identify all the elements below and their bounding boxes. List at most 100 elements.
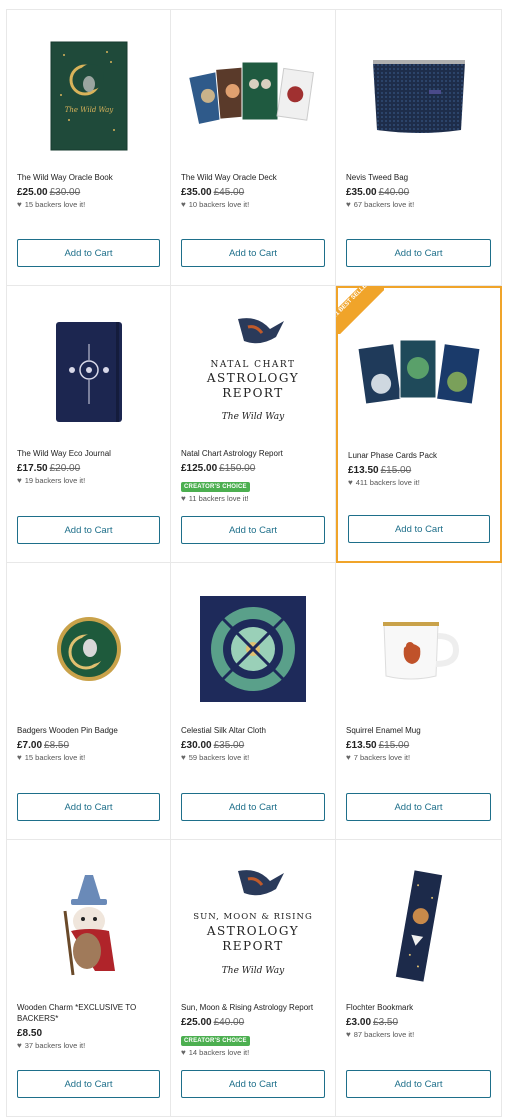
product-card: Nevis Tweed Bag £35.00 £40.00 ♥ 67 backers… — [336, 9, 502, 286]
product-old-price: £40.00 — [213, 1017, 245, 1028]
product-old-price: £20.00 — [49, 463, 81, 474]
add-to-cart-button[interactable]: Add to Cart — [17, 516, 160, 544]
product-old-price: £8.50 — [44, 740, 70, 751]
product-name[interactable]: The Wild Way Eco Journal — [17, 448, 164, 459]
product-image[interactable]: The Wild Way — [7, 22, 170, 170]
backers-count: 10 backers love it! — [188, 200, 250, 209]
product-name[interactable]: Celestial Silk Altar Cloth — [181, 725, 329, 736]
product-grid: The Wild Way The Wild Way Oracle Book £2… — [6, 9, 502, 1117]
product-name[interactable]: Squirrel Enamel Mug — [346, 725, 495, 736]
product-old-price: £3.50 — [373, 1017, 399, 1028]
backers-count: 59 backers love it! — [188, 753, 250, 762]
report-icon: SUN, MOON & RISING ASTROLOGY REPORT The … — [193, 870, 313, 976]
backers-count: 15 backers love it! — [24, 200, 86, 209]
svg-text:The Wild Way: The Wild Way — [222, 412, 285, 422]
heart-icon: ♥ — [181, 1048, 186, 1057]
product-name[interactable]: Nevis Tweed Bag — [346, 172, 495, 183]
cards-icon — [188, 61, 315, 126]
product-price: £35.00 — [181, 187, 212, 198]
backers-count: 11 backers love it! — [188, 494, 249, 503]
product-card: Badgers Wooden Pin Badge £7.00 £8.50 ♥ 15 … — [6, 563, 171, 840]
product-price: £8.50 — [17, 1028, 43, 1039]
add-to-cart-button[interactable]: Add to Cart — [181, 1070, 325, 1098]
product-name[interactable]: The Wild Way Oracle Book — [17, 172, 164, 183]
svg-text:SUN, MOON & RISING: SUN, MOON & RISING — [193, 912, 313, 922]
product-price: £7.00 — [17, 740, 43, 751]
heart-icon: ♥ — [348, 478, 353, 487]
product-image[interactable] — [7, 852, 170, 1000]
book-icon: The Wild Way — [50, 41, 127, 151]
heart-icon: ♥ — [17, 476, 22, 485]
product-image[interactable]: SUN, MOON & RISING ASTROLOGY REPORT The … — [171, 852, 335, 1000]
product-name[interactable]: Flochter Bookmark — [346, 1002, 495, 1013]
backers-count: 37 backers love it! — [24, 1041, 86, 1050]
heart-icon: ♥ — [181, 200, 186, 209]
product-image[interactable] — [336, 575, 501, 723]
svg-text:The Wild Way: The Wild Way — [222, 966, 285, 976]
bookmark-icon — [395, 870, 442, 982]
product-old-price: £35.00 — [213, 740, 245, 751]
product-image[interactable] — [338, 300, 500, 448]
add-to-cart-button[interactable]: Add to Cart — [17, 1070, 160, 1098]
product-old-price: £30.00 — [49, 187, 81, 198]
heart-icon: ♥ — [17, 200, 22, 209]
heart-icon: ♥ — [346, 753, 351, 762]
product-image[interactable] — [7, 575, 170, 723]
heart-icon: ♥ — [181, 494, 186, 503]
product-image[interactable] — [336, 22, 501, 170]
backers-count: 15 backers love it! — [24, 753, 86, 762]
product-card: Squirrel Enamel Mug £13.50 £15.00 ♥ 7 back… — [336, 563, 502, 840]
add-to-cart-button[interactable]: Add to Cart — [346, 239, 491, 267]
add-to-cart-button[interactable]: Add to Cart — [181, 239, 325, 267]
backers-count: 67 backers love it! — [353, 200, 415, 209]
product-name[interactable]: Badgers Wooden Pin Badge — [17, 725, 164, 736]
product-image[interactable] — [336, 852, 501, 1000]
product-price: £35.00 — [346, 187, 377, 198]
heart-icon: ♥ — [17, 753, 22, 762]
cards-icon — [357, 339, 481, 405]
product-price: £13.50 — [348, 465, 379, 476]
product-card: The Wild Way Eco Journal £17.50 £20.00 ♥ 1… — [6, 286, 171, 563]
creators-choice-badge: CREATOR'S CHOICE — [181, 1036, 250, 1046]
heart-icon: ♥ — [181, 753, 186, 762]
add-to-cart-button[interactable]: Add to Cart — [346, 793, 491, 821]
product-card-featured: #1 BEST SELLER Lunar Phase Cards Pack £1… — [336, 286, 502, 563]
product-image[interactable] — [171, 22, 335, 170]
product-name[interactable]: Wooden Charm *EXCLUSIVE TO BACKERS* — [17, 1002, 164, 1024]
heart-icon: ♥ — [346, 200, 351, 209]
product-name[interactable]: Lunar Phase Cards Pack — [348, 450, 494, 461]
product-price: £25.00 — [181, 1017, 212, 1028]
report-icon: NATAL CHART ASTROLOGY REPORT The Wild Wa… — [206, 318, 298, 422]
charm-icon — [63, 875, 115, 976]
product-card: Celestial Silk Altar Cloth £30.00 £35.00 … — [171, 563, 336, 840]
product-name[interactable]: The Wild Way Oracle Deck — [181, 172, 329, 183]
add-to-cart-button[interactable]: Add to Cart — [181, 516, 325, 544]
product-image[interactable] — [7, 298, 170, 446]
mug-icon — [382, 622, 459, 680]
backers-count: 14 backers love it! — [188, 1048, 250, 1057]
product-name[interactable]: Natal Chart Astrology Report — [181, 448, 329, 459]
product-card: SUN, MOON & RISING ASTROLOGY REPORT The … — [171, 840, 336, 1117]
svg-text:The Wild Way: The Wild Way — [64, 106, 114, 114]
product-old-price: £45.00 — [213, 187, 245, 198]
add-to-cart-button[interactable]: Add to Cart — [346, 1070, 491, 1098]
product-card: Wooden Charm *EXCLUSIVE TO BACKERS* £8.5… — [6, 840, 171, 1117]
add-to-cart-button[interactable]: Add to Cart — [348, 515, 490, 543]
product-price: £17.50 — [17, 463, 48, 474]
add-to-cart-button[interactable]: Add to Cart — [17, 793, 160, 821]
product-image[interactable] — [171, 575, 335, 723]
heart-icon: ♥ — [17, 1041, 22, 1050]
product-card: Flochter Bookmark £3.00 £3.50 ♥ 87 backers… — [336, 840, 502, 1117]
backers-count: 7 backers love it! — [353, 753, 411, 762]
add-to-cart-button[interactable]: Add to Cart — [181, 793, 325, 821]
backers-count: 87 backers love it! — [353, 1030, 415, 1039]
product-price: £125.00 — [181, 463, 218, 474]
product-price: £30.00 — [181, 740, 212, 751]
product-image[interactable]: NATAL CHART ASTROLOGY REPORT The Wild Wa… — [171, 298, 335, 446]
product-name[interactable]: Sun, Moon & Rising Astrology Report — [181, 1002, 329, 1013]
svg-text:REPORT: REPORT — [222, 939, 284, 953]
product-card: The Wild Way Oracle Deck £35.00 £45.00 ♥ 1… — [171, 9, 336, 286]
heart-icon: ♥ — [346, 1030, 351, 1039]
add-to-cart-button[interactable]: Add to Cart — [17, 239, 160, 267]
pin-badge-icon — [56, 617, 121, 681]
